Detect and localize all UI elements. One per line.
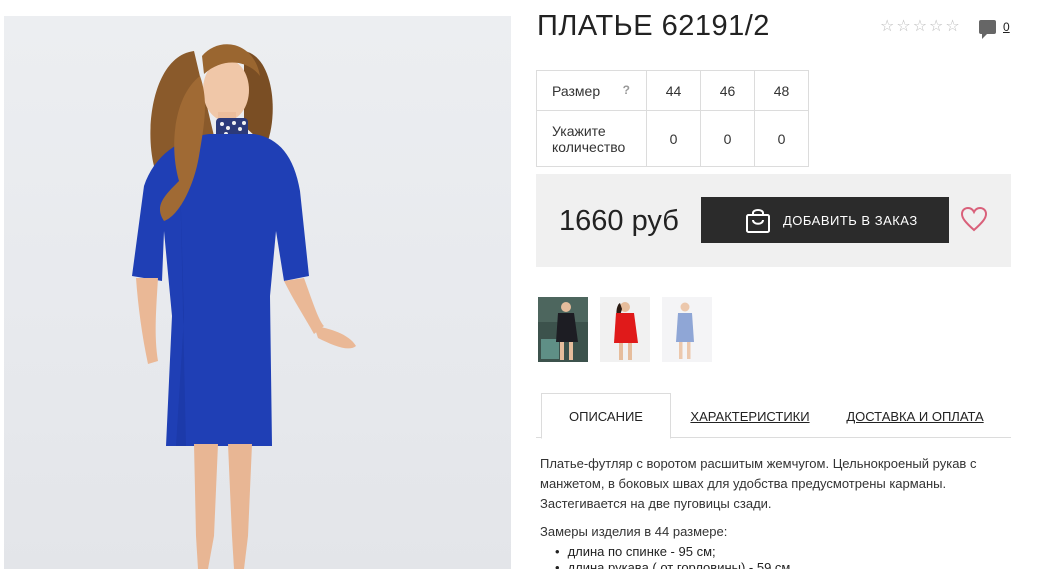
size-table: Размер ? 44 46 48 Укажите количество 0 0… (536, 70, 809, 167)
thumbnail-image (600, 297, 650, 362)
star-outline-icon[interactable]: ☆ (896, 18, 910, 34)
list-item: длина рукава ( от горловины) - 59 см (555, 560, 791, 569)
heart-icon[interactable] (960, 206, 988, 232)
size-option-44: 44 (646, 70, 701, 111)
quantity-row: Укажите количество 0 0 0 (536, 110, 809, 167)
quantity-input-44[interactable]: 0 (646, 110, 701, 167)
thumbnail-image (662, 297, 712, 362)
thumbnail-black-dress[interactable] (538, 297, 588, 362)
thumbnail-blue-dress[interactable] (662, 297, 712, 362)
comments-count-link[interactable]: 0 (1003, 20, 1010, 34)
measurements-title: Замеры изделия в 44 размере: (540, 524, 728, 539)
comment-icon[interactable] (979, 20, 996, 39)
tab-characteristics[interactable]: ХАРАКТЕРИСТИКИ (686, 393, 814, 439)
tab-description-label: ОПИСАНИЕ (569, 408, 643, 424)
model-illustration (132, 44, 356, 569)
product-title: ПЛАТЬЕ 62191/2 (537, 10, 770, 42)
star-outline-icon[interactable]: ☆ (880, 18, 894, 34)
add-to-order-button[interactable]: ДОБАВИТЬ В ЗАКАЗ (701, 197, 949, 243)
tab-delivery-payment[interactable]: ДОСТАВКА И ОПЛАТА (841, 393, 989, 439)
star-outline-icon[interactable]: ☆ (913, 18, 927, 34)
tab-description[interactable]: ОПИСАНИЕ (541, 393, 671, 439)
purchase-panel: 1660 руб ДОБАВИТЬ В ЗАКАЗ (536, 174, 1011, 267)
quantity-input-46[interactable]: 0 (700, 110, 755, 167)
shopping-bag-icon (746, 209, 770, 233)
main-product-photo[interactable] (4, 16, 511, 569)
thumbnail-red-dress[interactable] (600, 297, 650, 362)
product-tabs: ОПИСАНИЕ ХАРАКТЕРИСТИКИ ДОСТАВКА И ОПЛАТ… (536, 393, 1011, 439)
list-item: длина по спинке - 95 см; (555, 544, 790, 560)
size-help-icon[interactable]: ? (623, 83, 630, 97)
add-to-order-label: ДОБАВИТЬ В ЗАКАЗ (783, 213, 918, 228)
tab-delivery-payment-label: ДОСТАВКА И ОПЛАТА (846, 408, 984, 424)
size-label: Размер (552, 82, 601, 99)
tab-characteristics-label: ХАРАКТЕРИСТИКИ (690, 408, 810, 424)
thumbnail-image (538, 297, 588, 362)
rating-stars[interactable]: ☆ ☆ ☆ ☆ ☆ (880, 18, 960, 34)
star-outline-icon[interactable]: ☆ (929, 18, 943, 34)
measurements-list: длина по спинке - 95 см; длина рукава ( … (555, 544, 791, 569)
star-outline-icon[interactable]: ☆ (945, 18, 959, 34)
size-option-48: 48 (754, 70, 809, 111)
size-row: Размер ? 44 46 48 (536, 70, 809, 111)
size-option-46: 46 (700, 70, 755, 111)
product-price: 1660 руб (559, 205, 679, 237)
product-description: Платье-футляр с воротом расшитым жемчуго… (540, 456, 977, 511)
quantity-label: Укажите количество (536, 110, 647, 167)
quantity-input-48[interactable]: 0 (754, 110, 809, 167)
